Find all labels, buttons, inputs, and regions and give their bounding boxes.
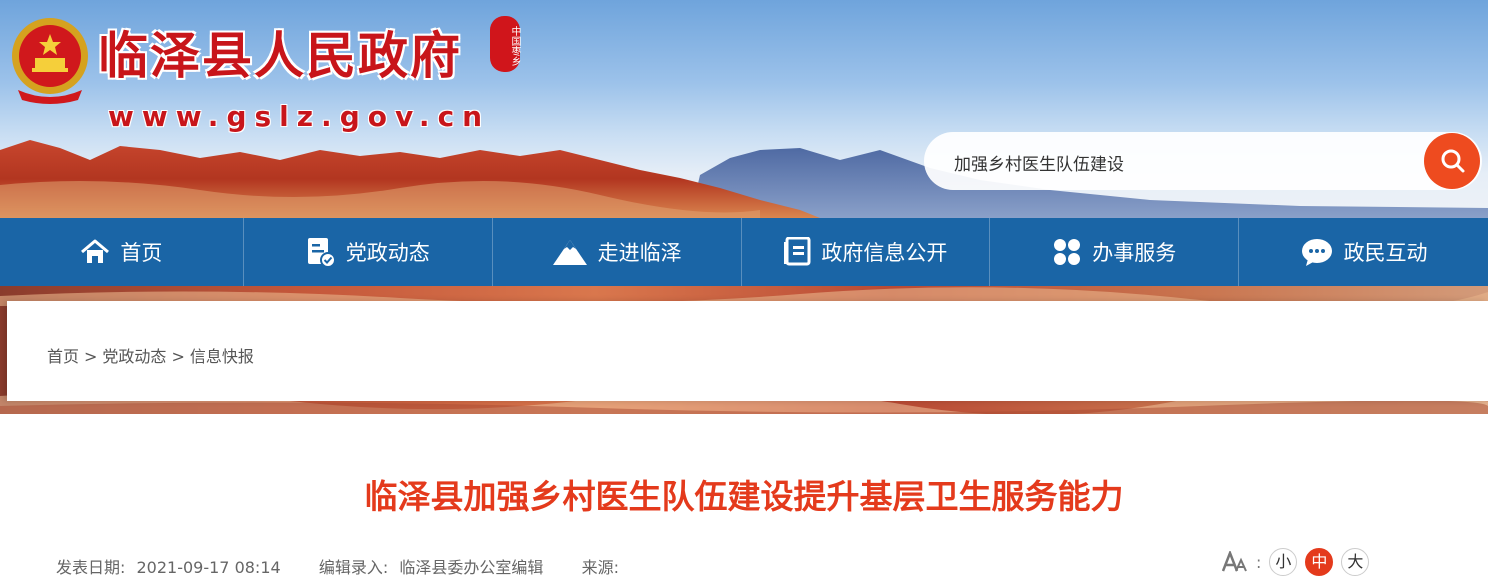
font-size-control: : 小 中 大: [1222, 548, 1370, 576]
national-emblem-icon: [12, 18, 88, 104]
publish-date-label: 发表日期:: [56, 558, 126, 577]
search-icon: [1441, 149, 1465, 173]
font-size-icon: [1222, 551, 1247, 572]
article-title: 临泽县加强乡村医生队伍建设提升基层卫生服务能力: [364, 477, 1124, 516]
font-size-label: :: [1256, 552, 1262, 572]
chat-icon: [1301, 239, 1332, 266]
home-icon: [81, 239, 110, 263]
nav-item-label: 党政动态: [345, 241, 430, 265]
nav-item-label: 政府信息公开: [821, 241, 948, 265]
breadcrumb-panel: 首页 > 党政动态 > 信息快报: [7, 301, 1488, 401]
nav-item-gov-info[interactable]: 政府信息公开: [742, 218, 991, 286]
mountain-icon: [552, 240, 587, 265]
editor: 临泽县委办公室编辑: [399, 558, 544, 577]
nav-item-label: 走进临泽: [597, 241, 682, 265]
main-nav: 首页 党政动态 走进临泽 政府信息公开 办事服务 政民互动: [0, 218, 1488, 286]
source-label: 来源:: [581, 558, 619, 577]
nav-item-interaction[interactable]: 政民互动: [1239, 218, 1488, 286]
font-size-large-button[interactable]: 大: [1341, 548, 1370, 576]
nav-item-label: 首页: [120, 241, 163, 265]
seal-stamp: 中国枣乡: [490, 16, 520, 72]
search-button[interactable]: [1424, 133, 1480, 189]
grid-icon: [1054, 239, 1081, 265]
site-name: 临泽县人民政府: [98, 26, 462, 85]
nav-item-home[interactable]: 首页: [0, 218, 244, 286]
search-box: [924, 132, 1482, 190]
nav-item-label: 办事服务: [1092, 241, 1177, 265]
editor-label: 编辑录入:: [318, 558, 389, 577]
breadcrumb-home[interactable]: 首页: [47, 347, 79, 366]
nav-item-party-news[interactable]: 党政动态: [244, 218, 493, 286]
header-banner: 临泽县人民政府 中国枣乡 www.gslz.gov.cn: [0, 0, 1488, 218]
nav-item-label: 政民互动: [1343, 241, 1428, 265]
publish-date: 2021-09-17 08:14: [136, 558, 281, 577]
file-list-icon: [784, 237, 811, 266]
document-check-icon: [307, 238, 336, 268]
article-meta: 发表日期: 2021-09-17 08:14 编辑录入: 临泽县委办公室编辑 来…: [56, 554, 631, 578]
nav-item-services[interactable]: 办事服务: [990, 218, 1240, 286]
font-size-small-button[interactable]: 小: [1269, 548, 1298, 576]
site-url: www.gslz.gov.cn: [108, 100, 491, 133]
font-size-medium-button[interactable]: 中: [1305, 548, 1334, 576]
breadcrumb-separator: >: [84, 347, 98, 366]
search-input[interactable]: [954, 150, 1414, 174]
breadcrumb-news-flash[interactable]: 信息快报: [190, 347, 254, 366]
breadcrumb: 首页 > 党政动态 > 信息快报: [47, 343, 254, 367]
breadcrumb-party-news[interactable]: 党政动态: [102, 347, 166, 366]
nav-item-about-linze[interactable]: 走进临泽: [493, 218, 742, 286]
breadcrumb-separator: >: [171, 347, 185, 366]
